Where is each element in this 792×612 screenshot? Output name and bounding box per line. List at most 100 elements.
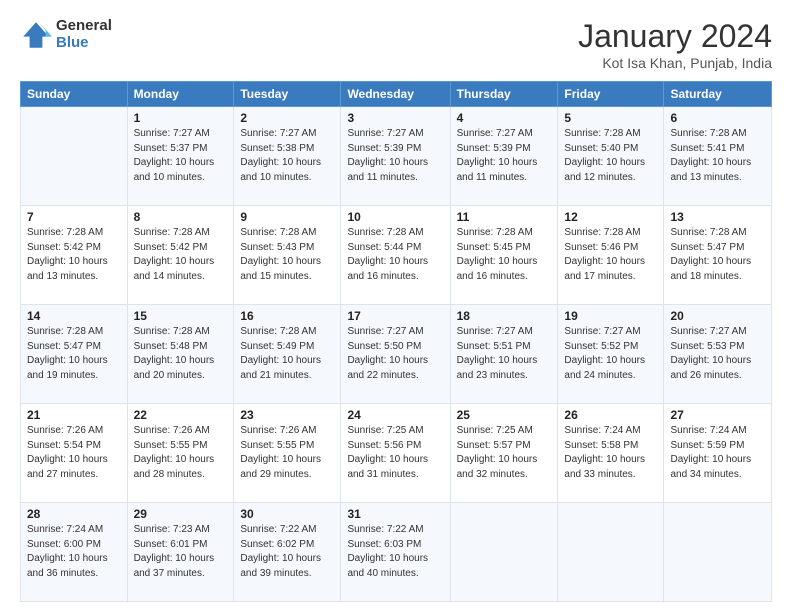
calendar-cell: 16 Sunrise: 7:28 AM Sunset: 5:49 PM Dayli… bbox=[234, 305, 341, 404]
header-monday: Monday bbox=[127, 82, 234, 107]
day-info: Sunrise: 7:25 AM Sunset: 5:56 PM Dayligh… bbox=[347, 424, 443, 482]
header: General Blue January 2024 Kot Isa Khan, … bbox=[20, 18, 772, 71]
calendar-cell: 4Sunrise: 7:27 AM Sunset: 5:39 PM Daylig… bbox=[450, 107, 558, 206]
day-info: Sunrise: 7:28 AM Sunset: 5:48 PM Dayligh… bbox=[134, 325, 228, 383]
calendar-cell: 28Sunrise: 7:24 AM Sunset: 6:00 PM Dayli… bbox=[21, 503, 128, 602]
header-sunday: Sunday bbox=[21, 82, 128, 107]
title-area: January 2024 Kot Isa Khan, Punjab, India bbox=[578, 18, 772, 71]
day-info: Sunrise: 7:24 AM Sunset: 5:59 PM Dayligh… bbox=[670, 424, 765, 482]
calendar-week-0: 1 Sunrise: 7:27 AM Sunset: 5:37 PM Daylig… bbox=[21, 107, 772, 206]
day-info: Sunrise: 7:27 AM Sunset: 5:38 PM Dayligh… bbox=[240, 127, 334, 185]
day-number: 24 bbox=[347, 408, 443, 422]
day-info: Sunrise: 7:28 AM Sunset: 5:44 PM Dayligh… bbox=[347, 226, 443, 284]
day-number: 7 bbox=[27, 210, 121, 224]
page: General Blue January 2024 Kot Isa Khan, … bbox=[0, 0, 792, 612]
day-info: Sunrise: 7:27 AM Sunset: 5:53 PM Dayligh… bbox=[670, 325, 765, 383]
day-info: Sunrise: 7:28 AM Sunset: 5:42 PM Dayligh… bbox=[27, 226, 121, 284]
header-wednesday: Wednesday bbox=[341, 82, 450, 107]
logo-icon bbox=[20, 19, 52, 51]
calendar-cell: 6Sunrise: 7:28 AM Sunset: 5:41 PM Daylig… bbox=[664, 107, 772, 206]
day-info: Sunrise: 7:22 AM Sunset: 6:02 PM Dayligh… bbox=[240, 523, 334, 581]
calendar-week-2: 14 Sunrise: 7:28 AM Sunset: 5:47 PM Dayli… bbox=[21, 305, 772, 404]
header-friday: Friday bbox=[558, 82, 664, 107]
calendar-cell: 21 Sunrise: 7:26 AM Sunset: 5:54 PM Dayli… bbox=[21, 404, 128, 503]
day-number: 30 bbox=[240, 507, 334, 521]
day-info: Sunrise: 7:28 AM Sunset: 5:42 PM Dayligh… bbox=[134, 226, 228, 284]
day-info: Sunrise: 7:26 AM Sunset: 5:55 PM Dayligh… bbox=[240, 424, 334, 482]
calendar-cell: 13 Sunrise: 7:28 AM Sunset: 5:47 PM Dayli… bbox=[664, 206, 772, 305]
day-info: Sunrise: 7:26 AM Sunset: 5:55 PM Dayligh… bbox=[134, 424, 228, 482]
calendar-cell: 22 Sunrise: 7:26 AM Sunset: 5:55 PM Dayli… bbox=[127, 404, 234, 503]
month-title: January 2024 bbox=[578, 18, 772, 55]
day-number: 22 bbox=[134, 408, 228, 422]
day-info: Sunrise: 7:24 AM Sunset: 5:58 PM Dayligh… bbox=[564, 424, 657, 482]
day-number: 12 bbox=[564, 210, 657, 224]
day-number: 5 bbox=[564, 111, 657, 125]
weekday-header-row: Sunday Monday Tuesday Wednesday Thursday… bbox=[21, 82, 772, 107]
day-number: 13 bbox=[670, 210, 765, 224]
day-number: 3 bbox=[347, 111, 443, 125]
logo: General Blue bbox=[20, 18, 112, 51]
day-number: 14 bbox=[27, 309, 121, 323]
calendar-cell: 30 Sunrise: 7:22 AM Sunset: 6:02 PM Dayli… bbox=[234, 503, 341, 602]
day-info: Sunrise: 7:27 AM Sunset: 5:39 PM Dayligh… bbox=[457, 127, 552, 185]
day-info: Sunrise: 7:23 AM Sunset: 6:01 PM Dayligh… bbox=[134, 523, 228, 581]
day-number: 1 bbox=[134, 111, 228, 125]
day-number: 28 bbox=[27, 507, 121, 521]
calendar-cell: 17 Sunrise: 7:27 AM Sunset: 5:50 PM Dayli… bbox=[341, 305, 450, 404]
calendar-cell: 14 Sunrise: 7:28 AM Sunset: 5:47 PM Dayli… bbox=[21, 305, 128, 404]
calendar-cell bbox=[558, 503, 664, 602]
header-tuesday: Tuesday bbox=[234, 82, 341, 107]
day-number: 20 bbox=[670, 309, 765, 323]
day-number: 27 bbox=[670, 408, 765, 422]
calendar-cell: 19Sunrise: 7:27 AM Sunset: 5:52 PM Dayli… bbox=[558, 305, 664, 404]
day-info: Sunrise: 7:28 AM Sunset: 5:47 PM Dayligh… bbox=[670, 226, 765, 284]
logo-blue-text: Blue bbox=[56, 35, 112, 52]
day-number: 11 bbox=[457, 210, 552, 224]
day-info: Sunrise: 7:27 AM Sunset: 5:50 PM Dayligh… bbox=[347, 325, 443, 383]
logo-text: General Blue bbox=[56, 18, 112, 51]
day-number: 18 bbox=[457, 309, 552, 323]
calendar-cell: 3 Sunrise: 7:27 AM Sunset: 5:39 PM Daylig… bbox=[341, 107, 450, 206]
day-info: Sunrise: 7:27 AM Sunset: 5:51 PM Dayligh… bbox=[457, 325, 552, 383]
day-number: 10 bbox=[347, 210, 443, 224]
calendar-cell: 12Sunrise: 7:28 AM Sunset: 5:46 PM Dayli… bbox=[558, 206, 664, 305]
calendar-cell: 8 Sunrise: 7:28 AM Sunset: 5:42 PM Daylig… bbox=[127, 206, 234, 305]
day-number: 6 bbox=[670, 111, 765, 125]
calendar-cell: 27 Sunrise: 7:24 AM Sunset: 5:59 PM Dayli… bbox=[664, 404, 772, 503]
calendar-cell: 26 Sunrise: 7:24 AM Sunset: 5:58 PM Dayli… bbox=[558, 404, 664, 503]
calendar-cell: 11Sunrise: 7:28 AM Sunset: 5:45 PM Dayli… bbox=[450, 206, 558, 305]
day-number: 15 bbox=[134, 309, 228, 323]
day-number: 31 bbox=[347, 507, 443, 521]
day-number: 19 bbox=[564, 309, 657, 323]
logo-general-text: General bbox=[56, 18, 112, 35]
day-number: 21 bbox=[27, 408, 121, 422]
day-number: 8 bbox=[134, 210, 228, 224]
calendar-cell: 23 Sunrise: 7:26 AM Sunset: 5:55 PM Dayli… bbox=[234, 404, 341, 503]
calendar-cell: 31 Sunrise: 7:22 AM Sunset: 6:03 PM Dayli… bbox=[341, 503, 450, 602]
day-info: Sunrise: 7:22 AM Sunset: 6:03 PM Dayligh… bbox=[347, 523, 443, 581]
day-info: Sunrise: 7:28 AM Sunset: 5:49 PM Dayligh… bbox=[240, 325, 334, 383]
calendar-week-1: 7 Sunrise: 7:28 AM Sunset: 5:42 PM Daylig… bbox=[21, 206, 772, 305]
day-info: Sunrise: 7:27 AM Sunset: 5:39 PM Dayligh… bbox=[347, 127, 443, 185]
calendar-cell bbox=[450, 503, 558, 602]
calendar-cell: 15 Sunrise: 7:28 AM Sunset: 5:48 PM Dayli… bbox=[127, 305, 234, 404]
calendar-cell: 24 Sunrise: 7:25 AM Sunset: 5:56 PM Dayli… bbox=[341, 404, 450, 503]
day-info: Sunrise: 7:26 AM Sunset: 5:54 PM Dayligh… bbox=[27, 424, 121, 482]
day-number: 2 bbox=[240, 111, 334, 125]
day-number: 17 bbox=[347, 309, 443, 323]
calendar-cell: 5Sunrise: 7:28 AM Sunset: 5:40 PM Daylig… bbox=[558, 107, 664, 206]
location: Kot Isa Khan, Punjab, India bbox=[578, 55, 772, 71]
day-number: 16 bbox=[240, 309, 334, 323]
day-info: Sunrise: 7:28 AM Sunset: 5:47 PM Dayligh… bbox=[27, 325, 121, 383]
day-number: 29 bbox=[134, 507, 228, 521]
calendar-cell: 18 Sunrise: 7:27 AM Sunset: 5:51 PM Dayli… bbox=[450, 305, 558, 404]
calendar-cell: 2 Sunrise: 7:27 AM Sunset: 5:38 PM Daylig… bbox=[234, 107, 341, 206]
day-number: 23 bbox=[240, 408, 334, 422]
calendar-cell: 25Sunrise: 7:25 AM Sunset: 5:57 PM Dayli… bbox=[450, 404, 558, 503]
day-number: 26 bbox=[564, 408, 657, 422]
calendar-cell bbox=[664, 503, 772, 602]
day-info: Sunrise: 7:27 AM Sunset: 5:37 PM Dayligh… bbox=[134, 127, 228, 185]
calendar-cell: 7 Sunrise: 7:28 AM Sunset: 5:42 PM Daylig… bbox=[21, 206, 128, 305]
day-number: 9 bbox=[240, 210, 334, 224]
